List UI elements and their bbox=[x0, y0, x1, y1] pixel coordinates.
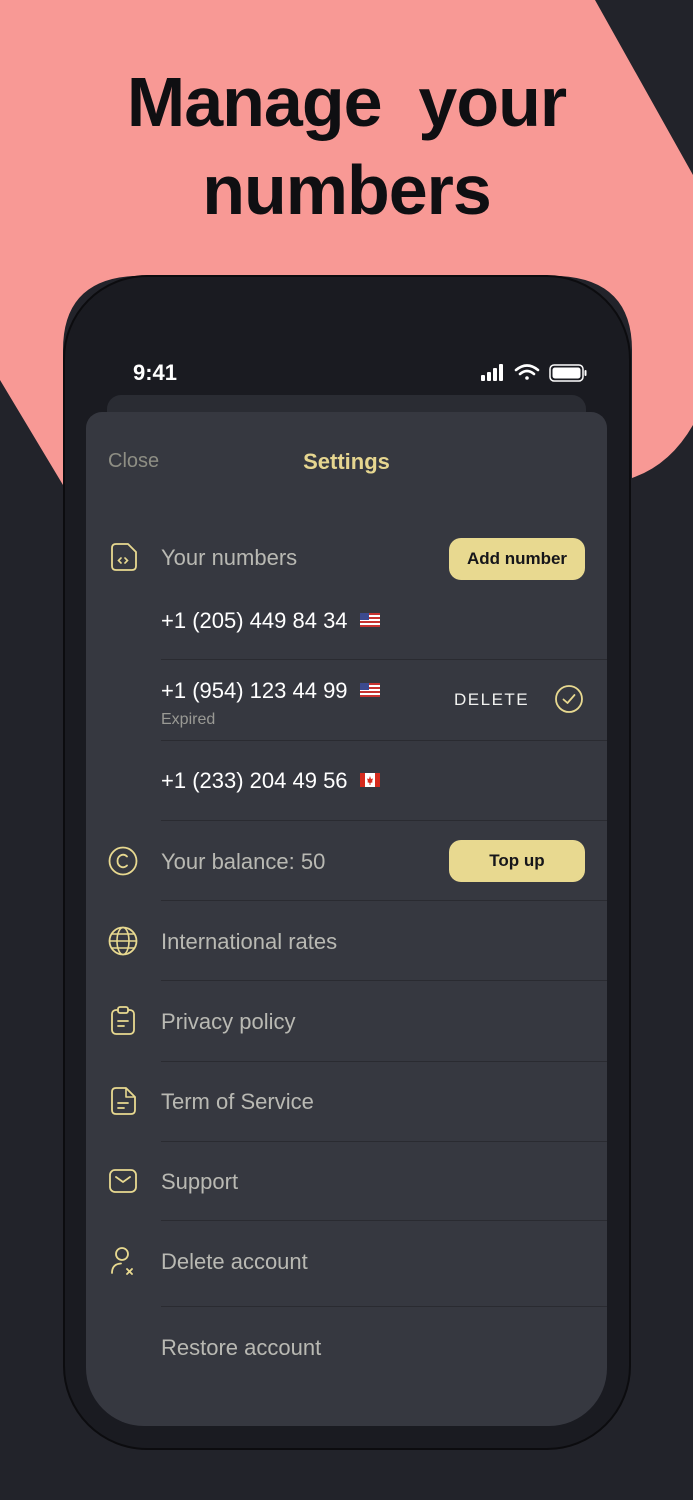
mail-icon bbox=[109, 1169, 137, 1193]
page-title: Settings bbox=[303, 449, 390, 474]
us-flag-icon bbox=[359, 613, 380, 628]
phone-number-3[interactable]: +1 (233) 204 49 56 bbox=[161, 768, 380, 794]
battery-icon bbox=[549, 364, 587, 382]
divider bbox=[161, 820, 607, 821]
number-status: Expired bbox=[161, 711, 216, 728]
menu-item-label: Delete account bbox=[161, 1249, 308, 1274]
divider bbox=[161, 1141, 607, 1142]
divider bbox=[161, 1061, 607, 1062]
user-remove-icon bbox=[111, 1247, 133, 1275]
headline-line-1: Manage your bbox=[126, 63, 567, 141]
divider bbox=[161, 1220, 607, 1221]
coin-icon bbox=[108, 846, 138, 876]
balance-label: Your balance: 50 bbox=[161, 849, 326, 874]
phone-number-value: +1 (233) 204 49 56 bbox=[161, 768, 348, 793]
delete-number-button[interactable]: DELETE bbox=[454, 690, 529, 710]
menu-item-label: Restore account bbox=[161, 1335, 322, 1360]
phone-number-value: +1 (954) 123 44 99 bbox=[161, 678, 348, 703]
top-up-button[interactable]: Top up bbox=[449, 840, 585, 882]
add-number-button[interactable]: Add number bbox=[449, 538, 585, 580]
check-circle-icon[interactable] bbox=[554, 684, 584, 714]
sim-card-icon bbox=[111, 543, 137, 571]
signal-icon bbox=[481, 364, 503, 381]
menu-item-label: Support bbox=[161, 1169, 239, 1194]
promo-headline: Manage your numbers bbox=[0, 58, 693, 234]
divider bbox=[161, 740, 607, 741]
wifi-icon bbox=[514, 364, 540, 380]
phone-number-value: +1 (205) 449 84 34 bbox=[161, 608, 348, 633]
status-time: 9:41 bbox=[133, 360, 178, 385]
divider bbox=[161, 659, 607, 660]
status-icons bbox=[481, 364, 587, 382]
divider bbox=[161, 900, 607, 901]
menu-item-label: Privacy policy bbox=[161, 1009, 296, 1034]
ca-flag-icon bbox=[359, 773, 380, 788]
us-flag-icon bbox=[359, 683, 380, 698]
headline-line-2: numbers bbox=[202, 151, 492, 229]
menu-item-label: Term of Service bbox=[161, 1089, 314, 1114]
globe-icon bbox=[108, 926, 138, 956]
menu-item-label: International rates bbox=[161, 929, 338, 954]
phone-number-2[interactable]: +1 (954) 123 44 99 bbox=[161, 678, 380, 704]
clipboard-icon bbox=[111, 1006, 135, 1035]
divider bbox=[161, 980, 607, 981]
divider bbox=[161, 1306, 607, 1307]
your-numbers-label: Your numbers bbox=[161, 545, 298, 570]
phone-number-1[interactable]: +1 (205) 449 84 34 bbox=[161, 608, 380, 634]
document-icon bbox=[111, 1087, 136, 1115]
